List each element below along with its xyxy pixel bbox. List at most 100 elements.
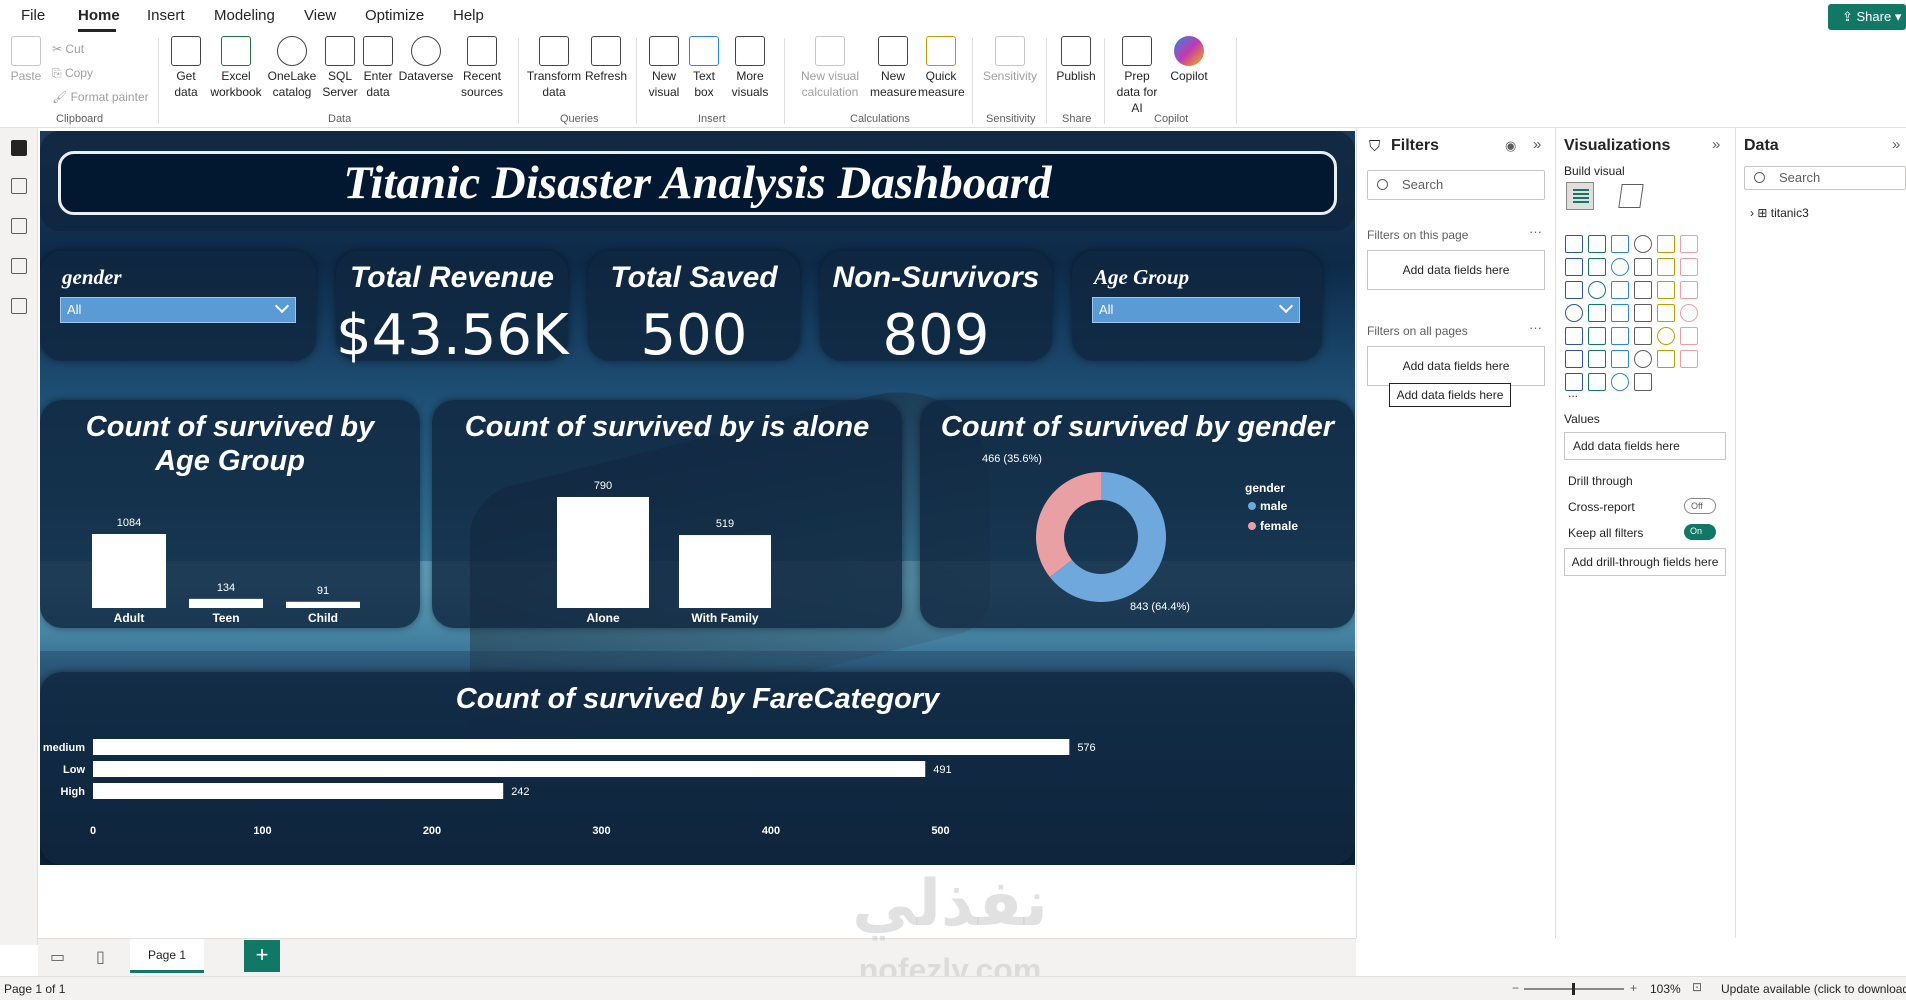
transform-data-button[interactable]: Transform data [526,36,582,100]
filled-map-visual-icon[interactable] [1588,304,1606,322]
slicer-visual-icon[interactable] [1588,327,1606,345]
line-clustered-visual-icon[interactable] [1657,258,1675,276]
onelake-button[interactable]: OneLake catalog [266,36,318,100]
report-view-icon[interactable] [11,140,27,156]
kpi-non-survivors[interactable]: Non-Survivors 809 [820,251,1052,368]
values-well[interactable]: Add data fields here [1564,432,1726,460]
menu-optimize[interactable]: Optimize [365,7,424,24]
copy-button[interactable]: ⎘ Copy [52,66,93,81]
pie-visual-icon[interactable] [1634,281,1652,299]
metrics-visual-icon[interactable] [1657,350,1675,368]
treemap-visual-icon[interactable] [1680,281,1698,299]
chart-survived-by-gender[interactable]: Count of survived by gender 843 (64.4%) 4… [920,400,1355,628]
chart-survived-by-age-group[interactable]: Count of survived by Age Group 1084 Adult… [40,400,420,628]
multi-card-visual-icon[interactable] [1680,304,1698,322]
refresh-button[interactable]: Refresh [584,36,628,84]
update-available-link[interactable]: Update available (click to download) [1721,982,1906,996]
new-visual-button[interactable]: New visual [644,36,684,100]
format-visual-tab-icon[interactable] [1618,184,1644,208]
power-automate-visual-icon[interactable] [1588,373,1606,391]
qa-visual-icon[interactable] [1611,350,1629,368]
kpi-total-saved[interactable]: Total Saved 500 [588,251,800,368]
sensitivity-button[interactable]: Sensitivity [980,36,1040,84]
collapse-pane-icon[interactable]: » [1712,136,1720,153]
cut-button[interactable]: ✂ Cut [52,42,84,56]
paginated-visual-icon[interactable] [1680,350,1698,368]
publish-button[interactable]: Publish [1054,36,1098,84]
clustered-column-visual-icon[interactable] [1634,235,1652,253]
filters-search-input[interactable]: Search [1367,170,1545,200]
age-group-dropdown[interactable]: All [1092,297,1300,323]
cross-report-toggle[interactable]: Off [1684,498,1716,514]
tmdl-view-icon[interactable] [11,298,27,314]
table-visual-icon[interactable] [1611,327,1629,345]
map-visual-icon[interactable] [1565,304,1583,322]
build-visual-tab-icon[interactable] [1566,182,1594,210]
mobile-layout-icon[interactable]: ▯ [96,947,105,967]
enter-data-button[interactable]: Enter data [360,36,396,100]
kpi-visual-icon[interactable] [1565,327,1583,345]
table-titanic3[interactable]: › ⊞ titanic3 [1750,206,1809,220]
menu-modeling[interactable]: Modeling [214,7,275,24]
stacked-column-visual-icon[interactable] [1588,235,1606,253]
python-visual-icon[interactable] [1680,327,1698,345]
collapse-pane-icon[interactable]: » [1892,136,1900,153]
more-visuals-button[interactable]: More visuals [724,36,776,100]
100-column-visual-icon[interactable] [1680,235,1698,253]
gender-slicer[interactable]: gender All [40,251,316,361]
drill-through-well[interactable]: Add drill-through fields here [1564,548,1726,576]
key-influencers-visual-icon[interactable] [1565,350,1583,368]
all-pages-filters-well[interactable]: Add data fields here [1367,346,1545,386]
100-bar-visual-icon[interactable] [1657,235,1675,253]
zoom-slider-thumb[interactable] [1572,983,1575,995]
menu-help[interactable]: Help [453,7,484,24]
stacked-area-visual-icon[interactable] [1611,258,1629,276]
dataverse-button[interactable]: Dataverse [398,36,454,84]
funnel-visual-icon[interactable] [1588,281,1606,299]
get-data-button[interactable]: Get data [166,36,206,100]
line-visual-icon[interactable] [1565,258,1583,276]
prep-data-ai-button[interactable]: Prep data for AI [1112,36,1162,116]
sql-server-button[interactable]: SQL Server [322,36,358,100]
new-visual-calculation-button[interactable]: New visual calculation [792,36,868,100]
card-visual-icon[interactable] [1657,304,1675,322]
zoom-out-icon[interactable]: − [1512,981,1519,995]
title-card[interactable]: Titanic Disaster Analysis Dashboard [40,131,1355,231]
recent-sources-button[interactable]: Recent sources [456,36,508,100]
gauge-visual-icon[interactable] [1634,304,1652,322]
more-options-icon[interactable]: ··· [1529,224,1542,239]
share-button[interactable]: ⇪ Share ▾ [1828,4,1906,30]
zoom-in-icon[interactable]: + [1630,981,1637,995]
decomp-tree-visual-icon[interactable] [1588,350,1606,368]
area-visual-icon[interactable] [1588,258,1606,276]
stacked-bar-visual-icon[interactable] [1565,235,1583,253]
kpi-total-revenue[interactable]: Total Revenue $43.56K [336,251,569,368]
copilot-visual-icon[interactable] [1634,373,1652,391]
chart-survived-by-is-alone[interactable]: Count of survived by is alone 790 Alone 51… [432,400,902,628]
excel-workbook-button[interactable]: Excel workbook [208,36,264,100]
gender-dropdown[interactable]: All [60,297,296,323]
menu-home[interactable]: Home [78,7,120,24]
azure-map-visual-icon[interactable] [1611,304,1629,322]
table-view-icon[interactable] [11,178,27,194]
more-options-icon[interactable]: ··· [1529,320,1542,335]
page-tab-1[interactable]: Page 1 [130,939,204,973]
eye-icon[interactable]: ◉ [1505,138,1516,154]
narrative-visual-icon[interactable] [1634,350,1652,368]
copilot-button[interactable]: Copilot [1164,36,1214,84]
smart-narrative-visual-icon[interactable] [1611,373,1629,391]
fit-to-page-icon[interactable]: ⊡ [1692,980,1702,994]
donut-visual-icon[interactable] [1657,281,1675,299]
text-box-button[interactable]: Text box [686,36,722,100]
dax-query-view-icon[interactable] [11,258,27,274]
chart-survived-by-farecategory[interactable]: Count of survived by FareCategory medium… [40,672,1355,865]
matrix-visual-icon[interactable] [1634,327,1652,345]
ribbon-visual-icon[interactable] [1680,258,1698,276]
menu-file[interactable]: File [21,7,45,24]
r-visual-visual-icon[interactable] [1657,327,1675,345]
keep-all-filters-toggle[interactable]: On [1684,524,1716,540]
menu-view[interactable]: View [304,7,336,24]
menu-insert[interactable]: Insert [147,7,185,24]
paste-button[interactable]: Paste [10,36,42,84]
add-page-button[interactable]: + [244,940,280,972]
